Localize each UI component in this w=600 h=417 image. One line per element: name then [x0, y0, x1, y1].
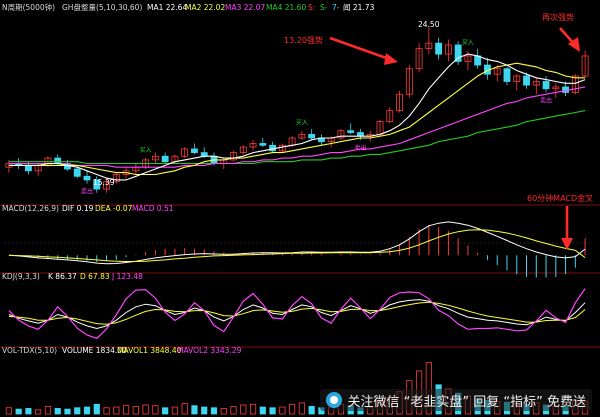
- candle-body: [54, 157, 62, 164]
- annotation-macd-cross: 60分钟MACD金叉: [527, 193, 593, 203]
- kdj-panel: [8, 288, 586, 340]
- sell-signal-label: 卖出: [540, 96, 552, 104]
- dea-line: [8, 229, 586, 262]
- wechat-icon: [325, 392, 342, 408]
- volume-bar: [103, 407, 110, 415]
- volume-bar: [171, 406, 179, 415]
- volume-bar: [191, 405, 198, 415]
- candle-body: [347, 130, 355, 133]
- volume-bar: [152, 405, 159, 415]
- ma2-value: MA2 22.02: [185, 3, 225, 12]
- candle-body: [474, 55, 482, 66]
- volume-bar: [122, 405, 130, 415]
- macd-title: MACD(12,26,9): [2, 204, 59, 213]
- watermark-text: 关注微信 “老韭实盘” 回复 “指标” 免费送: [347, 394, 586, 410]
- volume-bar: [162, 407, 169, 415]
- volume-bar: [93, 403, 100, 415]
- ma1-value: MA1 22.64: [147, 3, 187, 12]
- annotation-strong-1: 13.20强势: [284, 35, 323, 45]
- main-params: GH盘整量(5,10,30,60): [62, 2, 142, 12]
- sell-signal-label: 卖出: [354, 144, 366, 152]
- candle-body: [523, 75, 530, 86]
- p-value: 闻 21.73: [343, 3, 375, 12]
- volume-bar: [298, 402, 305, 415]
- volume-bar: [210, 407, 218, 415]
- candle-body: [259, 143, 267, 146]
- candle-body: [161, 155, 169, 163]
- watermark: 关注微信 “老韭实盘” 回复 “指标” 免费送: [319, 389, 592, 411]
- d-value: D 67.83: [80, 272, 110, 281]
- s-value: S-: [320, 3, 328, 12]
- buy-signal-label: 买入: [140, 146, 152, 154]
- k-value: K 86.37: [48, 272, 77, 281]
- low-price-label: 15.39: [93, 178, 115, 187]
- volume-bar: [113, 406, 120, 415]
- volume-bar: [132, 405, 139, 415]
- dea-value: DEA -0.07: [95, 204, 133, 213]
- volume-bar: [220, 408, 227, 415]
- volume-bar: [83, 406, 91, 415]
- buy-signal-label: 买入: [296, 119, 308, 127]
- candle-body: [24, 164, 32, 172]
- high-price-label: 24.50: [418, 20, 440, 29]
- volume-bar: [142, 404, 149, 415]
- dif-value: DIF 0.19: [62, 204, 94, 213]
- j-value: J 123.48: [111, 272, 143, 281]
- candle-body: [357, 132, 364, 137]
- macd-panel: [8, 221, 586, 278]
- volume-bar: [289, 403, 296, 415]
- volume-bar: [15, 408, 22, 415]
- kdj-title: KDJ(9,3,3): [2, 272, 40, 281]
- volume-bar: [5, 407, 12, 415]
- volume-bar: [249, 403, 257, 415]
- candle-body: [435, 42, 443, 55]
- ma3-value: MA3 22.07: [225, 3, 265, 12]
- volume-bar: [44, 405, 52, 415]
- main-title: N周期(5000钟): [2, 2, 55, 12]
- sell-signal-label: 卖出: [81, 188, 93, 196]
- mavol2-value: MAVOL2 3343.29: [177, 346, 242, 355]
- buy-signal-label: 买入: [462, 38, 474, 46]
- f-value: 7-: [332, 3, 340, 12]
- ma30-line: [8, 86, 586, 168]
- mavol1-value: MAVOL1 3848.40: [117, 346, 182, 355]
- annotation-arrowhead-1: [384, 53, 398, 65]
- volume-bar: [269, 407, 276, 415]
- k-line: [8, 299, 586, 330]
- volume-bar: [240, 404, 247, 415]
- macd-value: MACD 0.51: [132, 204, 174, 213]
- b-value: S:: [308, 3, 315, 12]
- price-panel: 买入卖出买入卖出买入卖出: [5, 26, 589, 196]
- stock-chart: 买入卖出买入卖出买入卖出 N周期(5000钟) GH盘整量(5,10,30,60…: [0, 2, 600, 415]
- volume-bar: [259, 406, 266, 415]
- volume-bar: [279, 406, 286, 415]
- candle-body: [73, 168, 81, 177]
- volume-bar: [64, 408, 71, 415]
- annotation-strong-2: 再次强势: [542, 12, 574, 22]
- candle-body: [191, 148, 198, 153]
- volume-bar: [230, 405, 237, 415]
- candle-body: [503, 68, 511, 82]
- volume-bar: [25, 408, 32, 415]
- volume-bar: [35, 409, 42, 415]
- candle-body: [454, 44, 462, 62]
- j-line: [8, 288, 586, 340]
- candle-body: [83, 175, 91, 181]
- annotation-arrow-1: [329, 36, 393, 62]
- volume-bar: [201, 406, 208, 415]
- vol-title: VOL-TDX(5,10): [2, 346, 57, 355]
- ma4-value: MA4 21.60: [266, 3, 306, 12]
- candle-body: [542, 81, 550, 90]
- ma60-line: [8, 110, 586, 165]
- candle-body: [308, 133, 316, 139]
- volume-bar: [74, 407, 81, 415]
- volume-bar: [181, 403, 188, 415]
- volume-bar: [54, 408, 61, 415]
- volume-bar: [308, 405, 315, 415]
